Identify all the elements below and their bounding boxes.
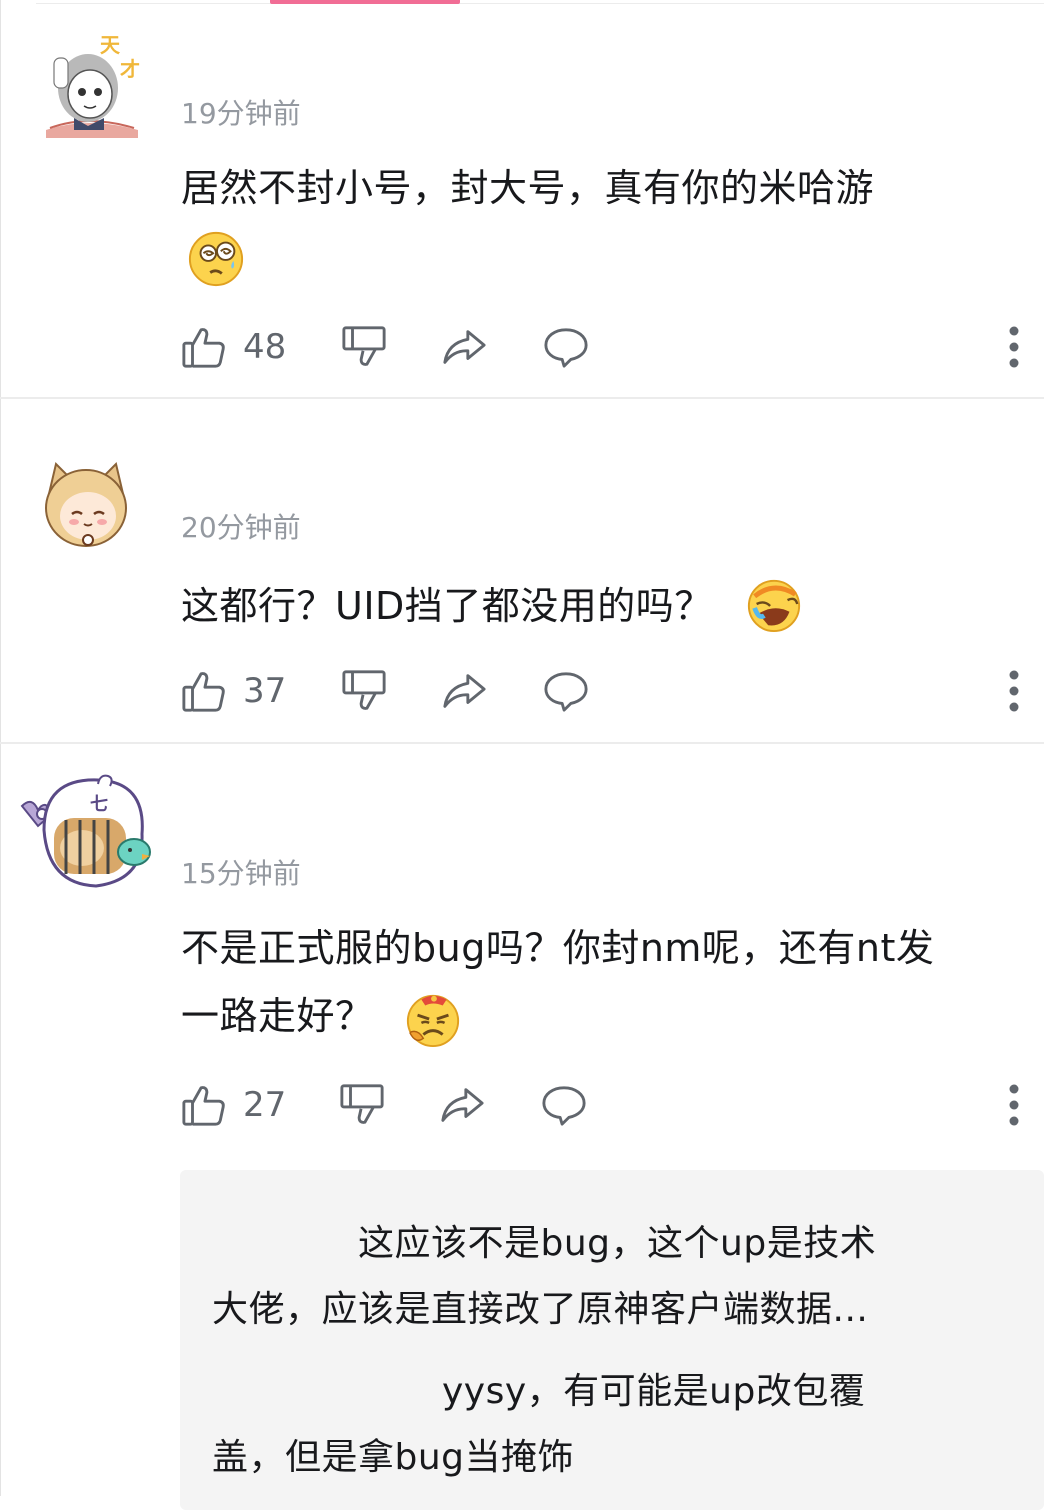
reply-button[interactable] xyxy=(543,322,589,372)
replies-preview-box[interactable]: 这应该不是bug，这个up是技术 大佬，应该是直接改了原神客户端数据... yy… xyxy=(180,1170,1044,1510)
user-avatar[interactable]: 天 才 xyxy=(38,30,146,138)
comment-timestamp: 20分钟前 xyxy=(181,511,301,544)
comment-text: 这都行？UID挡了都没用的吗？ xyxy=(181,572,1041,640)
more-vertical-icon xyxy=(1007,1084,1021,1126)
dizzy-face-emoji-icon xyxy=(187,230,245,288)
active-tab-indicator xyxy=(270,0,460,4)
comment-actions: 37 xyxy=(181,666,1031,716)
share-button[interactable] xyxy=(441,666,487,716)
comment-body: 这都行？UID挡了都没用的吗？ xyxy=(181,584,713,628)
comment-actions: 27 xyxy=(181,1080,1031,1130)
like-count: 27 xyxy=(243,1085,287,1125)
comment-body: 居然不封小号，封大号，真有你的米哈游 xyxy=(181,166,875,210)
like-count: 48 xyxy=(243,327,287,367)
share-button[interactable] xyxy=(439,1080,485,1130)
reply-button[interactable] xyxy=(543,666,589,716)
thumbs-up-icon xyxy=(181,668,227,714)
share-arrow-icon xyxy=(441,324,487,370)
thumbs-down-icon xyxy=(341,324,387,370)
like-button[interactable]: 27 xyxy=(181,1080,286,1130)
dislike-button[interactable] xyxy=(341,666,387,716)
like-count: 37 xyxy=(243,671,287,711)
comment-text: 不是正式服的bug吗？你封nm呢，还有nt发 一路走好？ xyxy=(181,914,1041,1050)
speech-bubble-icon xyxy=(543,324,589,370)
thumbs-down-icon xyxy=(339,1082,385,1128)
more-vertical-icon xyxy=(1007,326,1021,368)
svg-text:才: 才 xyxy=(120,57,140,81)
comment-divider xyxy=(0,742,1044,744)
svg-text:七: 七 xyxy=(90,794,108,815)
reply-text-line: yysy，有可能是up改包覆 xyxy=(442,1371,866,1412)
more-options-button[interactable] xyxy=(1007,326,1021,368)
reply-button[interactable] xyxy=(541,1080,587,1130)
user-avatar[interactable]: 七 xyxy=(18,770,158,900)
thumbs-down-icon xyxy=(341,668,387,714)
angry-grumpy-emoji-icon xyxy=(404,990,462,1048)
comment-actions: 48 xyxy=(181,322,1031,372)
comment-text: 居然不封小号，封大号，真有你的米哈游 xyxy=(181,154,1041,290)
dislike-button[interactable] xyxy=(339,1080,385,1130)
like-button[interactable]: 48 xyxy=(181,322,286,372)
share-arrow-icon xyxy=(439,1082,485,1128)
laughing-crying-emoji-icon xyxy=(745,575,803,633)
user-avatar[interactable] xyxy=(40,458,132,550)
reply-text-line: 盖，但是拿bug当掩饰 xyxy=(212,1437,575,1478)
speech-bubble-icon xyxy=(541,1082,587,1128)
left-edge-line xyxy=(0,0,1,1496)
thumbs-up-icon xyxy=(181,324,227,370)
like-button[interactable]: 37 xyxy=(181,666,286,716)
more-vertical-icon xyxy=(1007,670,1021,712)
speech-bubble-icon xyxy=(543,668,589,714)
comment-body-line1: 不是正式服的bug吗？你封nm呢，还有nt发 xyxy=(181,926,935,970)
thumbs-up-icon xyxy=(181,1082,227,1128)
share-arrow-icon xyxy=(441,668,487,714)
more-options-button[interactable] xyxy=(1007,1084,1021,1126)
reply-text-line: 这应该不是bug，这个up是技术 xyxy=(358,1223,877,1264)
comment-body-line2: 一路走好？ xyxy=(181,994,374,1038)
comment-timestamp: 15分钟前 xyxy=(181,857,301,890)
dislike-button[interactable] xyxy=(341,322,387,372)
share-button[interactable] xyxy=(441,322,487,372)
more-options-button[interactable] xyxy=(1007,670,1021,712)
comment-divider xyxy=(0,397,1044,399)
comment-timestamp: 19分钟前 xyxy=(181,97,301,130)
svg-text:天: 天 xyxy=(100,33,121,57)
top-divider xyxy=(36,3,1044,4)
reply-text-line: 大佬，应该是直接改了原神客户端数据... xyxy=(212,1289,869,1330)
